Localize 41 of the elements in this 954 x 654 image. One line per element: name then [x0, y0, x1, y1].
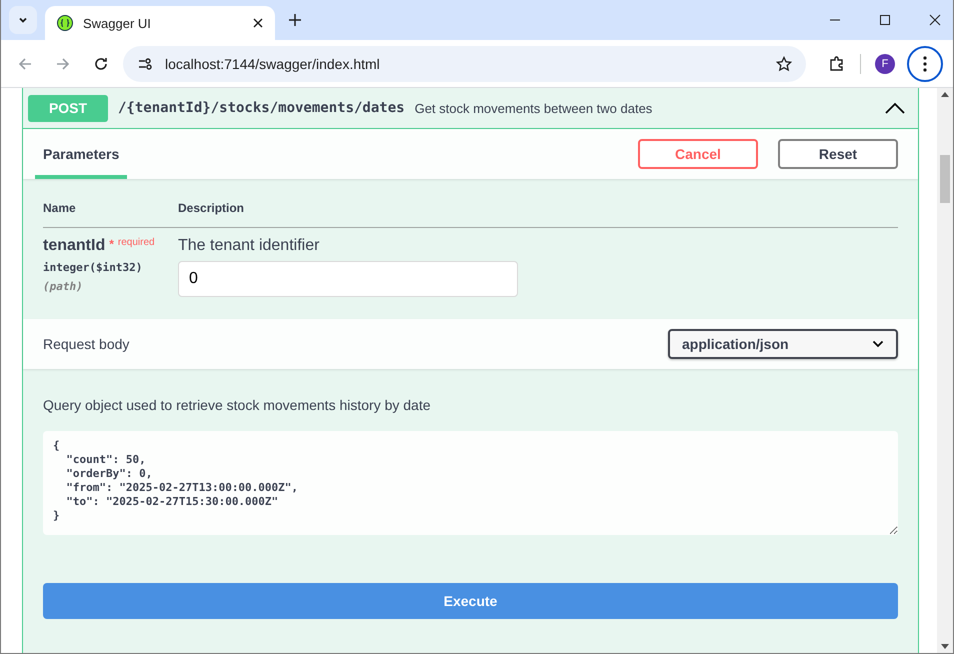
back-icon[interactable]	[17, 56, 33, 72]
browser-tab[interactable]: Swagger UI	[45, 6, 275, 40]
maximize-icon[interactable]	[879, 14, 891, 26]
reload-icon[interactable]	[93, 56, 109, 72]
required-label: required	[118, 237, 155, 248]
chevron-down-icon	[872, 340, 884, 348]
scrollbar[interactable]	[937, 88, 953, 653]
profile-avatar[interactable]: F	[875, 54, 895, 74]
operation-path: /{tenantId}/stocks/movements/dates	[118, 100, 405, 116]
scrollbar-thumb[interactable]	[940, 155, 950, 203]
scroll-up-icon[interactable]	[941, 92, 949, 97]
address-bar[interactable]: localhost:7144/swagger/index.html	[123, 46, 806, 82]
more-vertical-icon	[923, 56, 927, 72]
column-header: Name	[43, 201, 77, 215]
parameter-type: integer($int32)	[43, 261, 144, 274]
required-asterisk: *	[109, 237, 114, 251]
parameter-name: tenantId	[43, 237, 106, 255]
chevron-up-icon[interactable]	[885, 102, 905, 114]
request-body-description: Query object used to retrieve stock movements history by date	[43, 397, 432, 413]
content-type-select[interactable]: application/json	[668, 329, 898, 359]
site-settings-icon[interactable]	[137, 56, 153, 72]
parameter-description: The tenant identifier	[178, 237, 320, 255]
request-body-label: Request body	[43, 336, 130, 352]
parameter-location: (path)	[43, 280, 84, 293]
parameters-tab[interactable]: Parameters	[35, 129, 128, 179]
url-text: localhost:7144/swagger/index.html	[165, 56, 381, 72]
swagger-logo-icon	[57, 15, 73, 31]
method-badge: POST	[28, 94, 108, 122]
star-icon[interactable]	[776, 56, 792, 72]
close-icon[interactable]	[253, 18, 263, 28]
operation-summary: Get stock movements between two dates	[414, 100, 654, 116]
close-window-icon[interactable]	[929, 14, 941, 26]
request-body-editor[interactable]: { "count": 50, "orderBy": 0, "from": "2025-02-27T13:00:00.000Z", "to": "2025-02-27T15:30:00.000Z" }	[43, 431, 898, 535]
new-tab-icon[interactable]	[289, 14, 301, 26]
column-header: Description	[178, 201, 244, 215]
forward-icon[interactable]	[55, 56, 71, 72]
reset-button[interactable]: Reset	[778, 139, 898, 169]
tab-title: Swagger UI	[83, 16, 152, 30]
scroll-down-icon[interactable]	[941, 644, 949, 649]
parameter-input[interactable]: 0	[178, 261, 518, 297]
menu-button[interactable]	[907, 46, 943, 82]
